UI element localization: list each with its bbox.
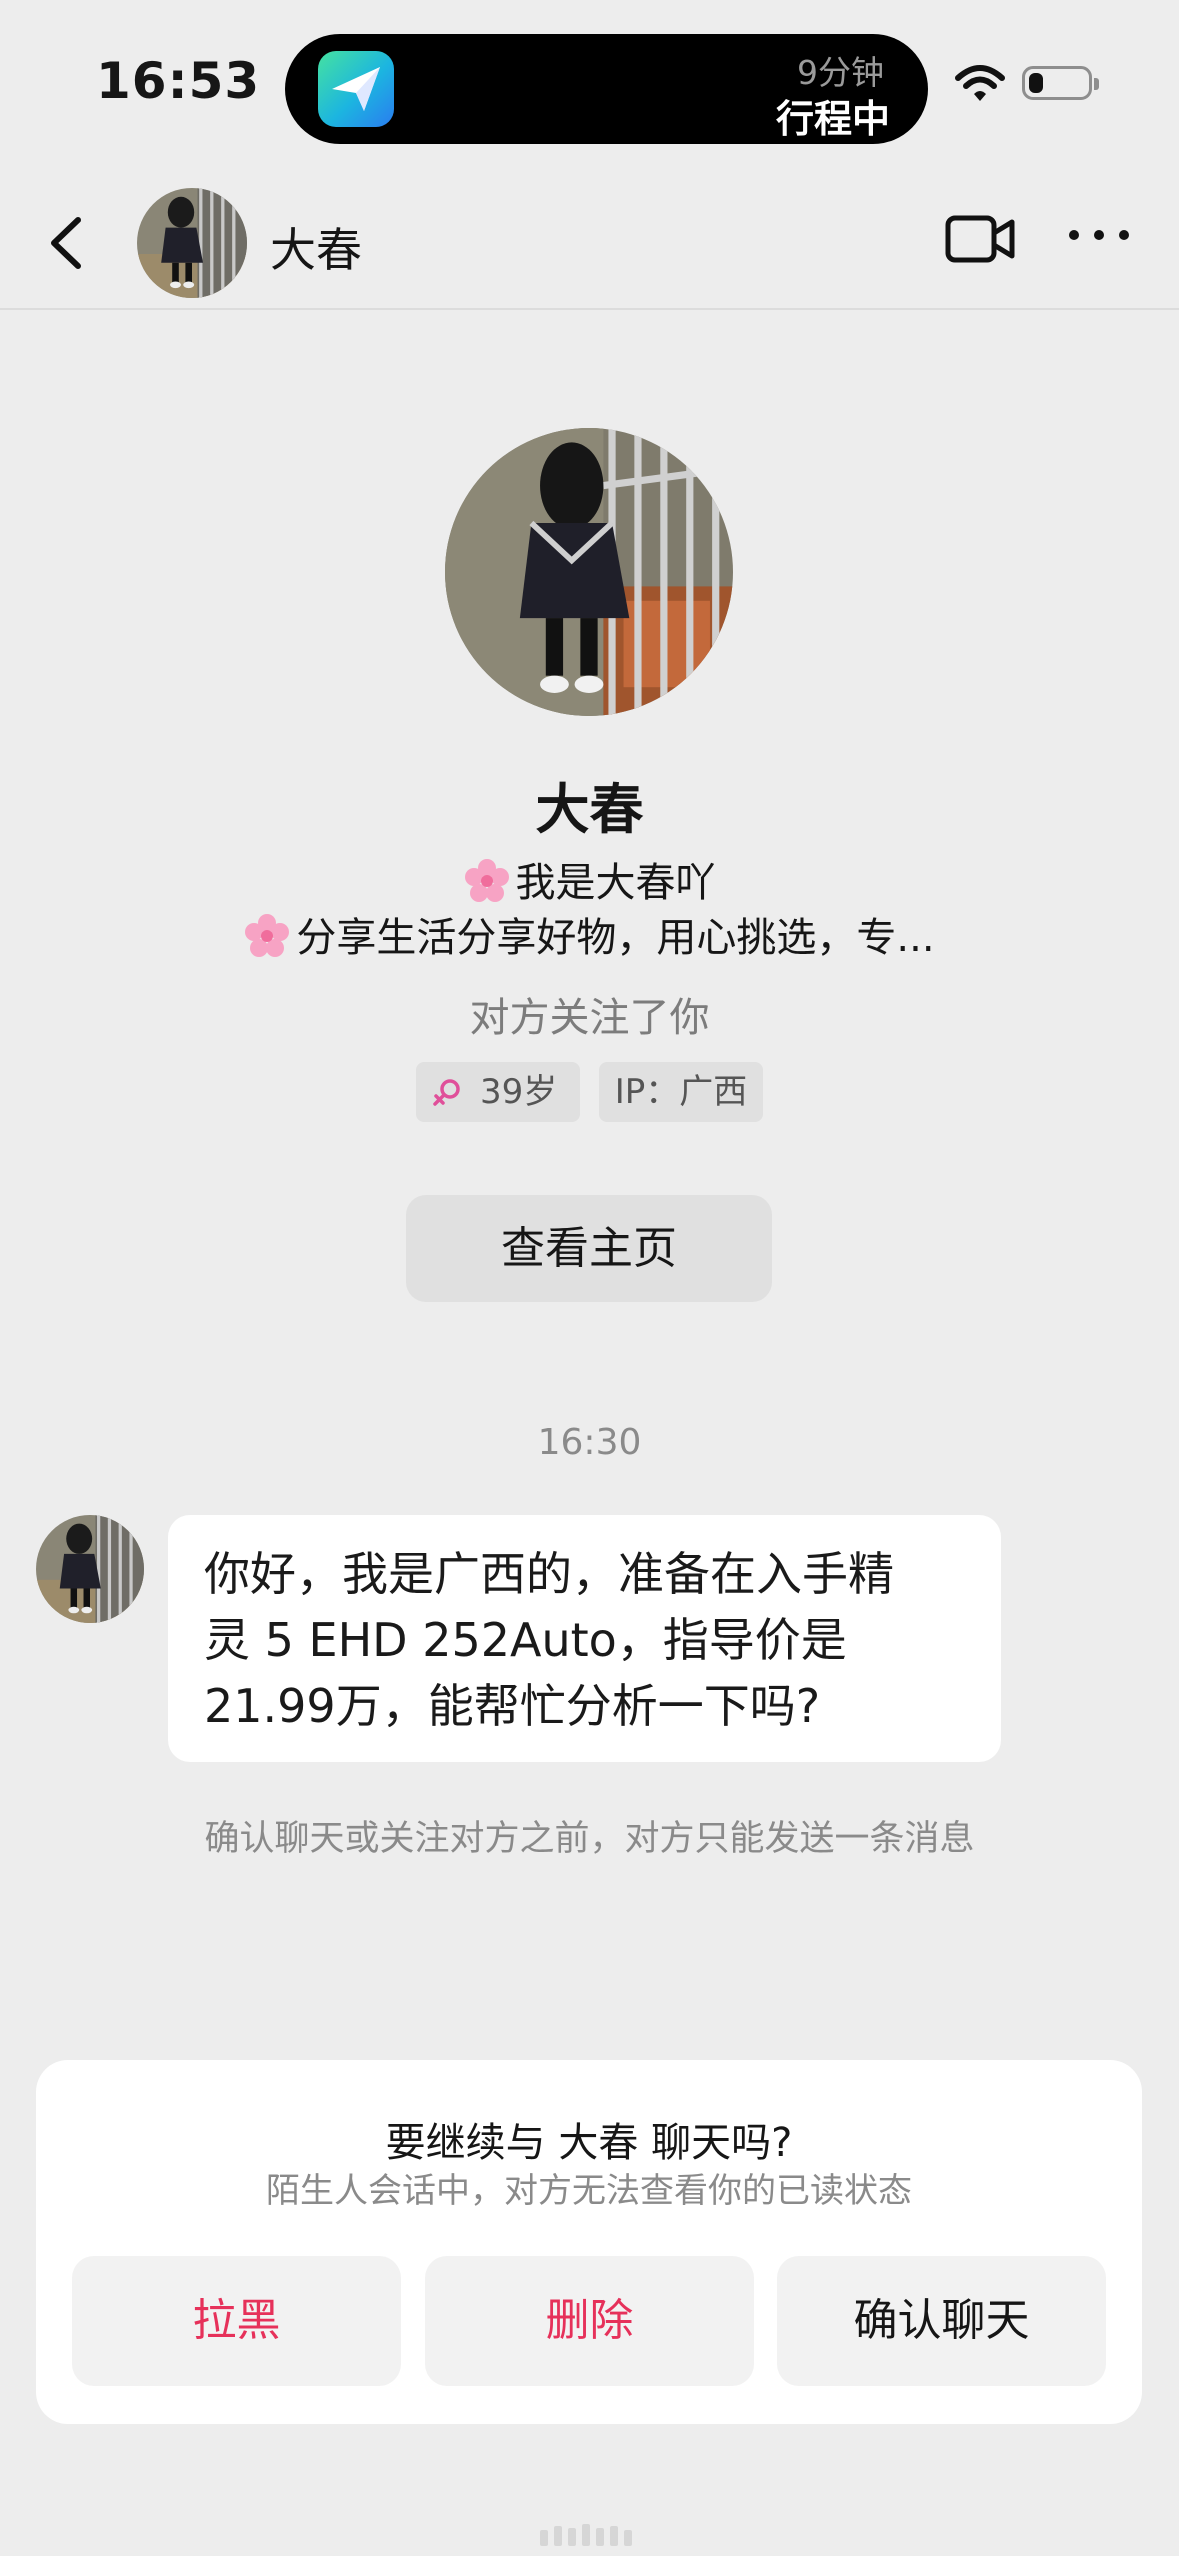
bio-line1-text: 我是大春吖 bbox=[515, 860, 716, 906]
continue-chat-card: 要继续与 大春 聊天吗? 陌生人会话中，对方无法查看你的已读状态 拉黑 删除 确… bbox=[36, 2060, 1142, 2424]
battery-icon bbox=[1022, 66, 1092, 100]
card-title: 要继续与 大春 聊天吗? bbox=[385, 2120, 793, 2166]
bio-line2-text: 分享生活分享好物，用心挑选，专... bbox=[296, 915, 935, 961]
block-button[interactable]: 拉黑 bbox=[72, 2256, 401, 2386]
view-homepage-button[interactable]: 查看主页 bbox=[406, 1195, 772, 1302]
more-icon[interactable] bbox=[1064, 220, 1134, 254]
video-call-icon[interactable] bbox=[944, 212, 1018, 270]
trip-status: 行程中 bbox=[775, 97, 890, 141]
trip-duration: 9分钟 bbox=[797, 53, 884, 92]
message-line: 21.99万，能帮忙分析一下吗? bbox=[204, 1679, 821, 1733]
status-time: 16:53 bbox=[96, 52, 261, 110]
sender-avatar[interactable] bbox=[36, 1515, 144, 1623]
profile-avatar[interactable] bbox=[445, 428, 733, 716]
profile-bio-line1: 我是大春吖 bbox=[0, 850, 1179, 908]
message-bubble[interactable]: 你好，我是广西的，准备在入手精 灵 5 EHD 252Auto，指导价是 21.… bbox=[168, 1515, 1001, 1762]
confirm-chat-button[interactable]: 确认聊天 bbox=[777, 2256, 1106, 2386]
wifi-icon bbox=[955, 64, 1005, 108]
message-line: 灵 5 EHD 252Auto，指导价是 bbox=[204, 1613, 847, 1667]
ip-tag: IP：广西 bbox=[599, 1062, 763, 1122]
age-tag: 39岁 bbox=[416, 1062, 580, 1122]
card-subtitle: 陌生人会话中，对方无法查看你的已读状态 bbox=[266, 2171, 912, 2211]
paper-plane-icon bbox=[318, 51, 394, 127]
female-icon bbox=[433, 1079, 460, 1106]
message-line: 你好，我是广西的，准备在入手精 bbox=[204, 1547, 894, 1601]
message-limit-note: 确认聊天或关注对方之前，对方只能发送一条消息 bbox=[204, 1819, 975, 1859]
cherry-blossom-icon bbox=[245, 914, 290, 957]
age-text: 39岁 bbox=[480, 1072, 558, 1112]
header-contact-name[interactable]: 大春 bbox=[270, 214, 362, 280]
battery-cap bbox=[1094, 78, 1099, 90]
profile-name: 大春 bbox=[535, 778, 644, 841]
message-timestamp: 16:30 bbox=[537, 1422, 642, 1463]
profile-bio-line2: 分享生活分享好物，用心挑选，专... bbox=[0, 905, 1179, 963]
header-divider bbox=[0, 308, 1179, 310]
delete-button[interactable]: 删除 bbox=[425, 2256, 754, 2386]
home-indicator bbox=[430, 2518, 750, 2548]
follow-status: 对方关注了你 bbox=[469, 995, 710, 1041]
battery-level bbox=[1029, 73, 1043, 93]
cherry-blossom-icon bbox=[464, 859, 509, 902]
header-avatar[interactable] bbox=[137, 188, 247, 298]
back-chevron-icon[interactable] bbox=[38, 208, 98, 278]
dynamic-island[interactable]: 9分钟 行程中 bbox=[285, 34, 928, 144]
